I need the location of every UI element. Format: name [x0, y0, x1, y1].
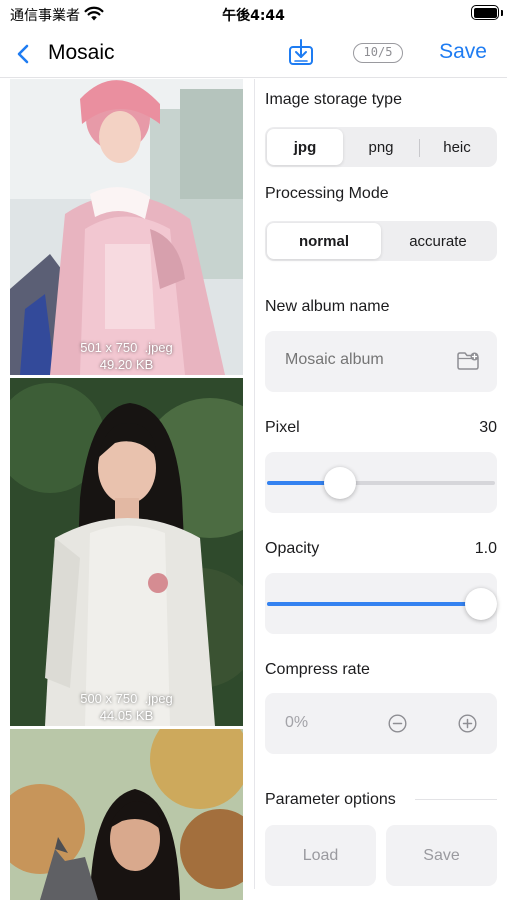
compress-rate-value: 0%	[285, 714, 309, 731]
save-button[interactable]: Save	[439, 40, 487, 64]
add-folder-icon[interactable]	[456, 351, 480, 371]
image-item[interactable]: 500 x 750 .jpeg 44.05 KB	[10, 378, 243, 726]
segment-heic[interactable]: heic	[419, 129, 495, 165]
image-info: 501 x 750 .jpeg 49.20 KB	[10, 339, 243, 373]
compress-rate-label: Compress rate	[265, 661, 370, 678]
segment-jpg[interactable]: jpg	[267, 129, 343, 165]
segment-heic-label: heic	[443, 138, 471, 156]
image-list[interactable]: 501 x 750 .jpeg 49.20 KB 500 x 750 .jpeg…	[10, 79, 243, 900]
segment-separator	[419, 139, 420, 157]
image-info	[10, 879, 243, 896]
page-title: Mosaic	[48, 41, 115, 64]
pixel-value: 30	[479, 419, 497, 436]
load-parameters-button[interactable]: Load	[265, 825, 376, 886]
image-format: .jpeg	[144, 340, 173, 355]
image-item[interactable]: 501 x 750 .jpeg 49.20 KB	[10, 79, 243, 375]
pixel-slider[interactable]	[265, 452, 497, 513]
battery-icon	[471, 5, 499, 20]
opacity-slider[interactable]	[265, 573, 497, 634]
processing-mode-label: Processing Mode	[265, 185, 389, 202]
section-divider	[415, 799, 497, 800]
save-parameters-button[interactable]: Save	[386, 825, 497, 886]
album-name-field[interactable]	[265, 331, 497, 392]
processing-mode-segmented-control[interactable]: normal accurate	[265, 221, 497, 261]
image-file-size: 44.05 KB	[99, 708, 154, 723]
image-format: .jpeg	[144, 691, 173, 706]
segment-png[interactable]: png	[343, 129, 419, 165]
segment-accurate[interactable]: accurate	[381, 223, 495, 259]
image-item[interactable]	[10, 729, 243, 900]
photo-thumbnail	[10, 729, 243, 900]
opacity-slider-fill	[267, 602, 495, 606]
opacity-slider-thumb[interactable]	[465, 588, 497, 620]
save-to-photos-icon[interactable]	[288, 38, 314, 66]
minus-circle-icon[interactable]	[388, 714, 407, 733]
album-name-input[interactable]	[285, 351, 445, 369]
storage-type-segmented-control[interactable]: jpg png heic	[265, 127, 497, 167]
pixel-label: Pixel	[265, 419, 300, 436]
chevron-left-icon	[17, 44, 29, 64]
pixel-slider-track	[267, 481, 495, 485]
image-info: 500 x 750 .jpeg 44.05 KB	[10, 690, 243, 724]
segment-png-label: png	[368, 138, 394, 156]
selection-counter-badge: 10/5	[353, 43, 403, 63]
back-button[interactable]	[16, 40, 30, 68]
battery-tip	[501, 10, 503, 16]
image-dimensions: 501 x 750	[80, 340, 138, 355]
column-divider	[254, 79, 255, 889]
opacity-label: Opacity	[265, 540, 320, 557]
status-time: 午後4:44	[222, 8, 285, 24]
status-bar: 通信事業者 午後4:44	[0, 0, 507, 30]
parameter-options-label: Parameter options	[265, 791, 396, 808]
image-dimensions: 500 x 750	[80, 691, 138, 706]
segment-normal[interactable]: normal	[267, 223, 381, 259]
image-file-size: 49.20 KB	[99, 357, 154, 372]
album-name-label: New album name	[265, 298, 390, 315]
storage-type-label: Image storage type	[265, 91, 402, 108]
pixel-slider-thumb[interactable]	[324, 467, 356, 499]
opacity-slider-track	[267, 602, 495, 606]
opacity-value: 1.0	[474, 540, 497, 557]
nav-bar: Mosaic 10/5 Save	[0, 30, 507, 78]
photo-thumbnail	[10, 378, 243, 726]
compress-rate-stepper[interactable]: 0%	[265, 693, 497, 754]
plus-circle-icon[interactable]	[458, 714, 477, 733]
photo-thumbnail	[10, 79, 243, 375]
